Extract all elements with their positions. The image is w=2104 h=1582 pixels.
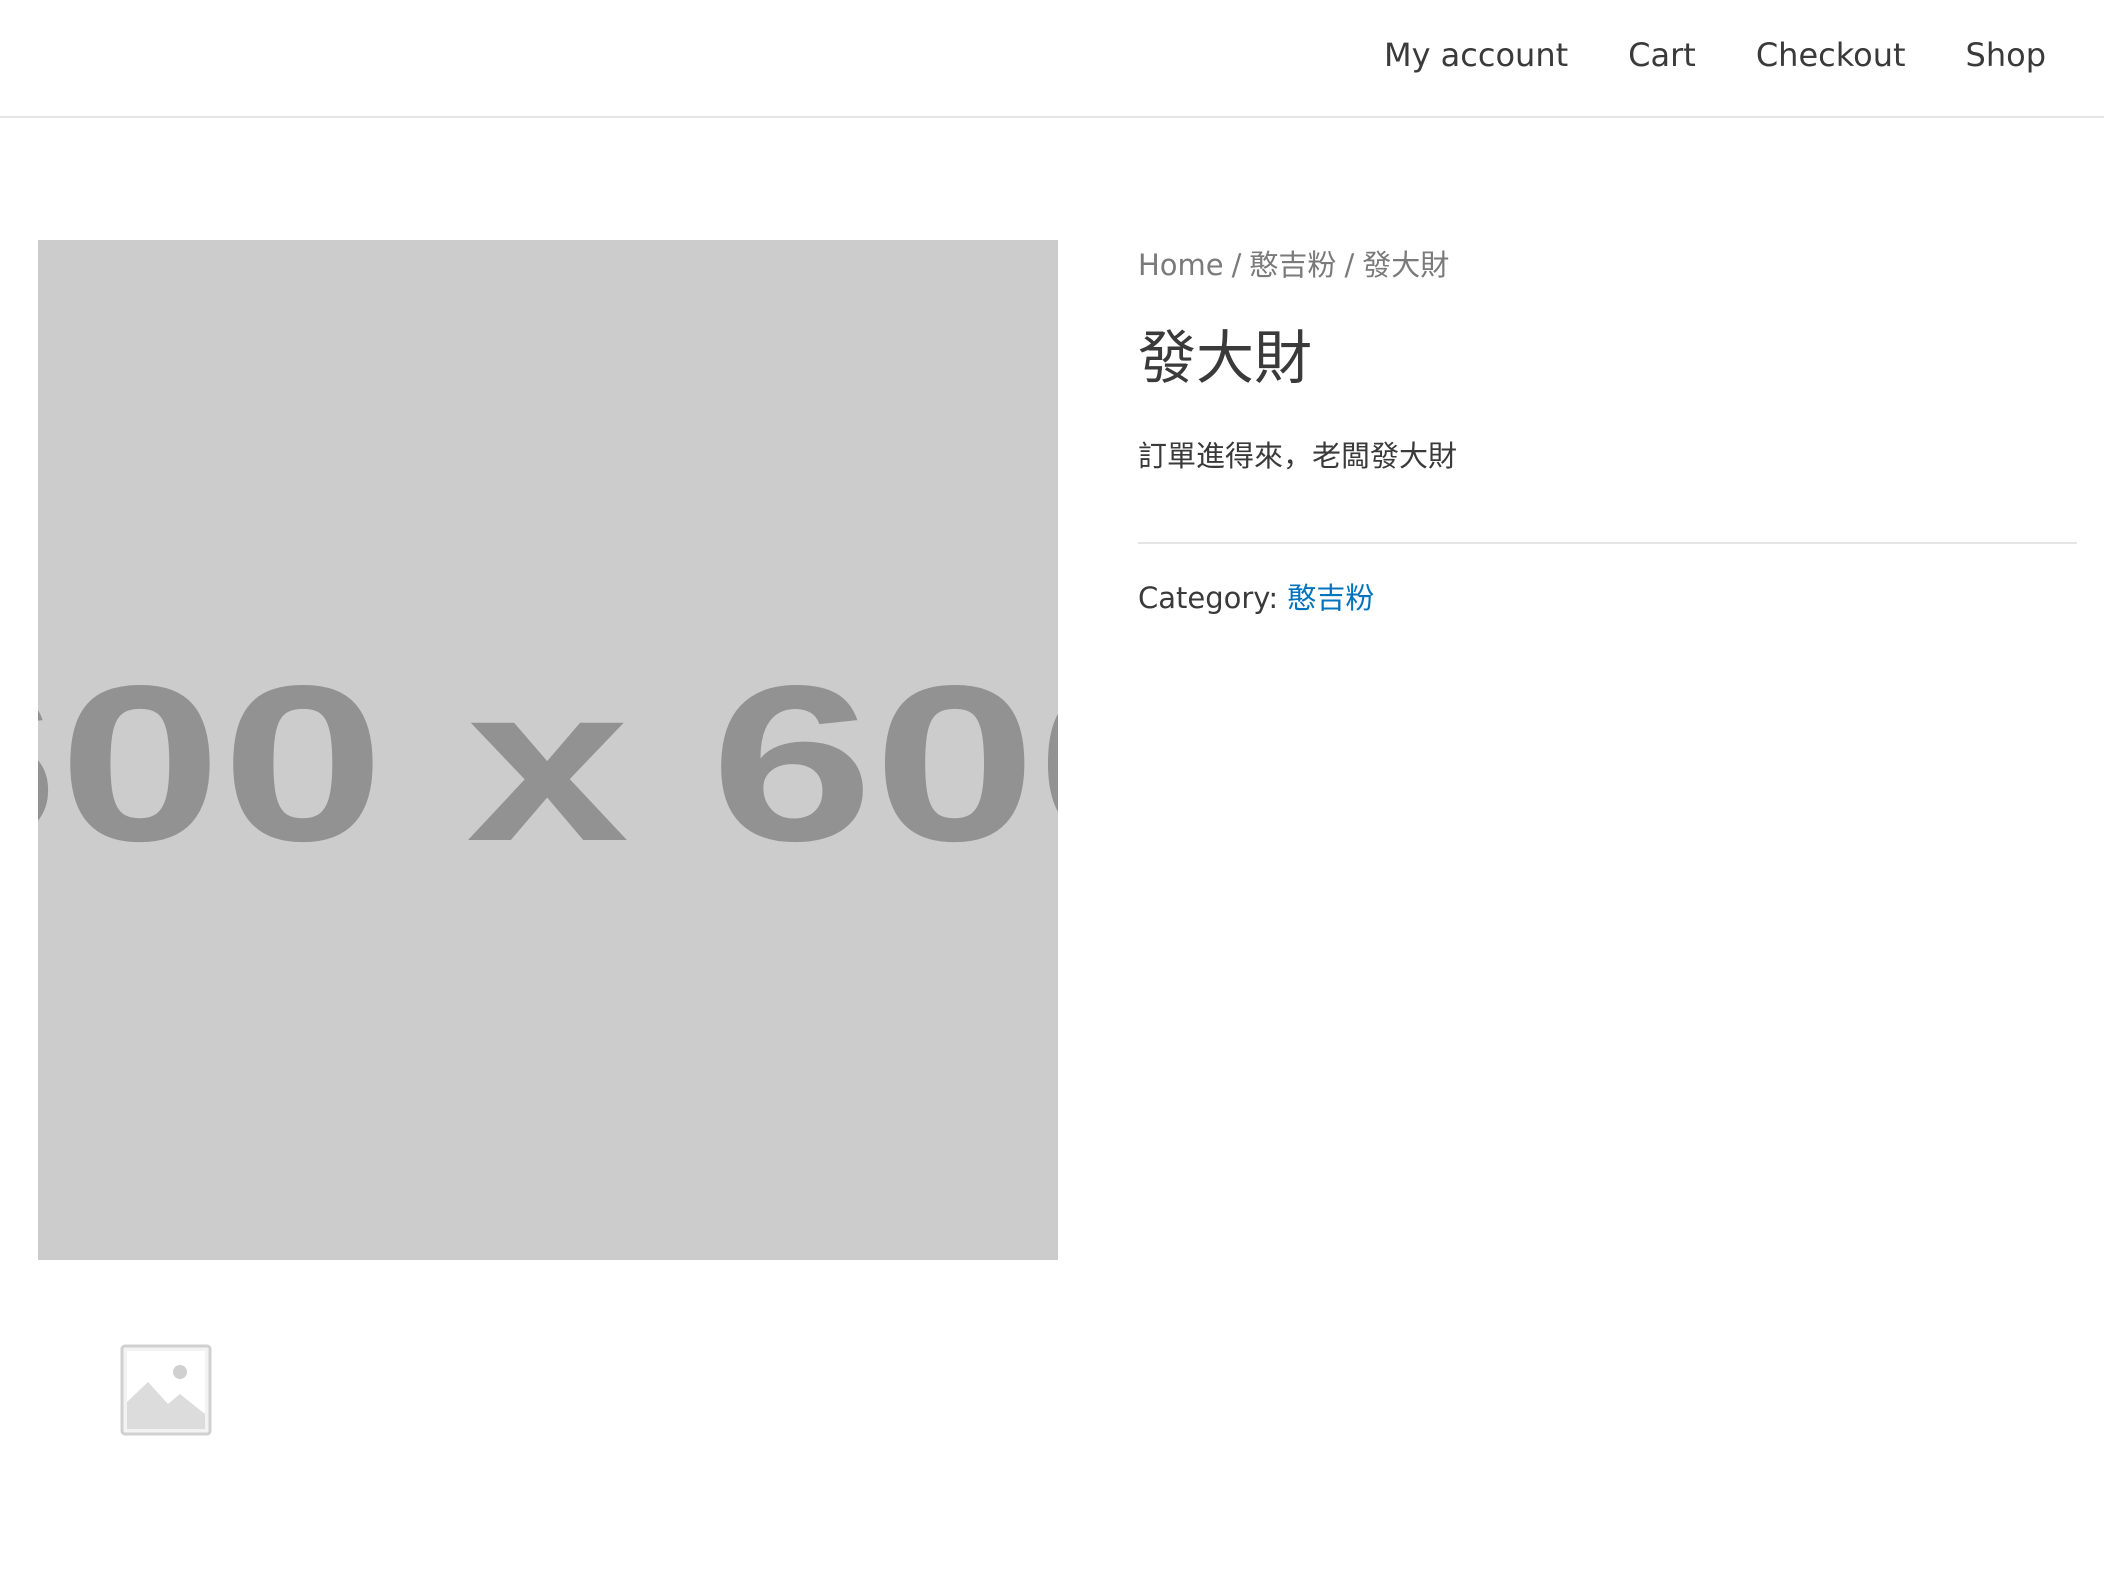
nav-cart[interactable]: Cart [1628,36,1696,74]
breadcrumb: Home / 憨吉粉 / 發大財 [1138,240,2077,290]
breadcrumb-current: 發大財 [1362,248,1450,282]
product-short-description: 訂單進得來，老闆發大財 [1138,439,1458,473]
nav-my-account[interactable]: My account [1384,36,1568,74]
category-link[interactable]: 憨吉粉 [1287,581,1374,615]
breadcrumb-category[interactable]: 憨吉粉 [1249,248,1336,282]
primary-nav: My account Cart Checkout Shop [1384,36,2046,74]
product-title: 發大財 [1138,324,1313,392]
nav-checkout[interactable]: Checkout [1756,36,1906,74]
category-label: Category: [1138,581,1279,615]
breadcrumb-separator: / [1344,248,1355,282]
image-placeholder-icon [120,1344,212,1436]
nav-shop[interactable]: Shop [1966,36,2046,74]
product-summary: Home / 憨吉粉 / 發大財 發大財 訂單進得來，老闆發大財 Category: 憨… [1138,240,2077,620]
product-thumbnail[interactable] [118,1340,216,1438]
breadcrumb-home[interactable]: Home [1138,248,1224,282]
placeholder-size-text: 600 x 600 [38,640,1058,888]
placeholder-image: 600 x 600 [38,240,1058,1260]
divider [1138,542,2077,544]
site-header: My account Cart Checkout Shop [0,0,2104,118]
product-meta: Category: 憨吉粉 [1138,576,2077,620]
product-main-image[interactable]: 600 x 600 [38,240,1058,1260]
breadcrumb-separator: / [1231,248,1242,282]
